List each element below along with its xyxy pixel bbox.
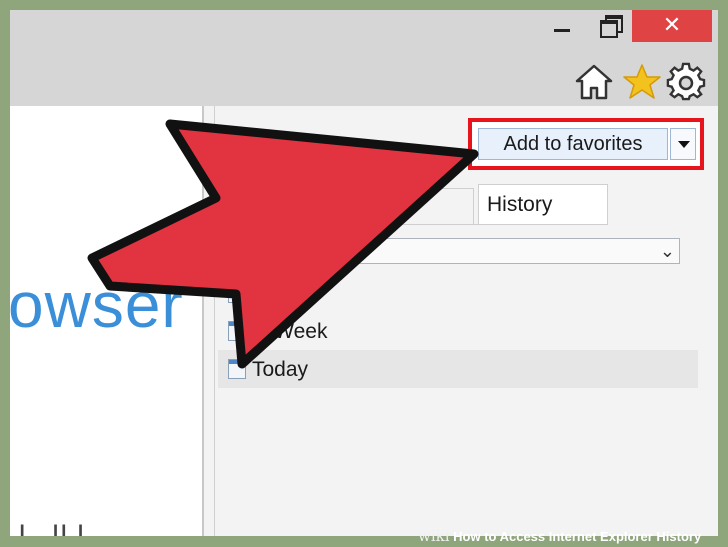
calendar-icon — [228, 283, 246, 303]
favorites-center-panel: Add to favorites History ⌄ s Ago st Week… — [204, 106, 718, 536]
title-bar: ✕ — [10, 10, 718, 106]
history-item[interactable]: s Ago — [218, 274, 698, 312]
dropdown-arrow-icon — [678, 141, 690, 148]
minimize-button[interactable] — [540, 10, 584, 42]
minimize-icon — [554, 29, 570, 32]
add-favorites-dropdown-button[interactable] — [670, 128, 696, 160]
close-icon: ✕ — [662, 13, 682, 38]
calendar-icon — [228, 321, 246, 341]
tab-history[interactable]: History — [478, 184, 608, 225]
tabs-baseline — [216, 224, 608, 225]
star-icon[interactable] — [622, 62, 662, 102]
tab-favorites[interactable] — [216, 188, 474, 224]
panel-inner-border — [214, 106, 215, 536]
history-item-label: st Week — [252, 320, 328, 343]
page-bottom-text: ı . ıı ı — [18, 514, 85, 536]
footer-caption: wiki How to Access Internet Explorer His… — [418, 526, 728, 546]
history-item-label: Today — [252, 358, 309, 381]
calendar-icon — [228, 359, 246, 379]
footer-brand: wiki — [418, 527, 450, 545]
home-icon[interactable] — [574, 62, 614, 102]
close-button[interactable]: ✕ — [632, 10, 712, 42]
history-item-today[interactable]: Today — [218, 350, 698, 388]
add-to-favorites-button[interactable]: Add to favorites — [478, 128, 668, 160]
web-page-content: owser ı . ıı ı — [10, 106, 202, 536]
footer-title: How to Access Internet Explorer History — [453, 529, 702, 544]
chevron-down-icon: ⌄ — [659, 241, 675, 262]
restore-button[interactable] — [588, 10, 632, 42]
history-view-select[interactable]: ⌄ — [220, 238, 680, 264]
history-item-label: s Ago — [252, 282, 305, 305]
main-area: owser ı . ıı ı Add to favorites History … — [10, 106, 718, 536]
add-favorites-highlight: Add to favorites — [468, 118, 704, 170]
page-heading-partial: owser — [10, 269, 184, 341]
restore-icon-back — [600, 20, 618, 38]
browser-window: ✕ owser ı . ıı ı Add to favorites Histor… — [10, 10, 718, 536]
history-item[interactable]: st Week — [218, 312, 698, 350]
gear-icon[interactable] — [666, 62, 706, 102]
history-list: s Ago st Week Today — [218, 274, 698, 388]
